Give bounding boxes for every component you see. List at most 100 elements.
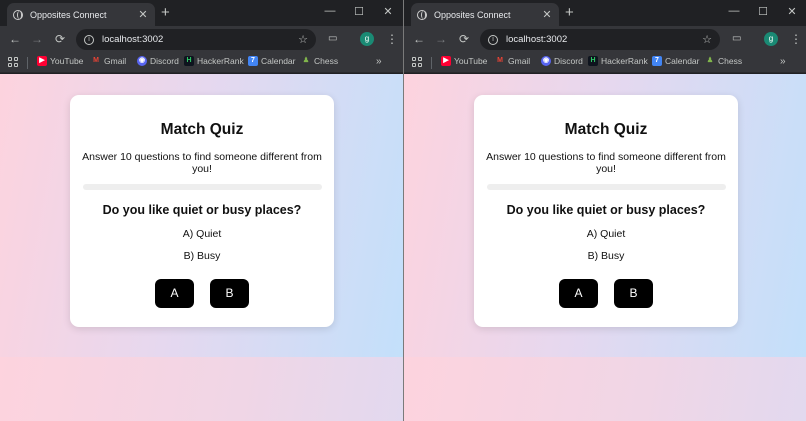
gmail-icon: M (497, 57, 503, 64)
bookmark-label: Calendar (261, 56, 296, 66)
new-tab-button[interactable]: + (161, 4, 170, 22)
globe-icon (417, 9, 427, 20)
page-viewport: Match Quiz Answer 10 questions to find s… (0, 74, 403, 421)
progress-bar (487, 184, 726, 190)
browser-window-right: Opposites Connect ✕ + — ☐ ✕ ← → ⟳ i loca… (404, 0, 806, 421)
bookmark-youtube[interactable]: ▶ YouTube (441, 56, 487, 66)
forward-button[interactable]: → (30, 32, 44, 47)
page-lower-background (0, 357, 403, 421)
gmail-icon: M (93, 57, 99, 64)
bookmark-gmail[interactable]: M Gmail (495, 56, 530, 66)
menu-kebab-icon[interactable]: ⋮ (790, 32, 802, 46)
bookmark-gmail[interactable]: M Gmail (91, 56, 126, 66)
hackerrank-icon: H (184, 56, 194, 66)
menu-kebab-icon[interactable]: ⋮ (386, 32, 398, 46)
answer-b-button[interactable]: B (210, 279, 249, 308)
browser-window-left: Opposites Connect ✕ + — ☐ ✕ ← → ⟳ i loca… (0, 0, 403, 421)
address-bar[interactable]: i localhost:3002 ☆ (76, 29, 316, 50)
bookmark-hackerrank[interactable]: H HackerRank (184, 56, 244, 66)
toolbar: ← → ⟳ i localhost:3002 ☆ ▭ g ⋮ (0, 26, 403, 53)
forward-button[interactable]: → (434, 32, 448, 47)
bookmark-chess[interactable]: ♟ Chess (705, 56, 742, 66)
apps-grid-icon[interactable] (8, 57, 19, 68)
site-info-icon[interactable]: i (84, 34, 94, 45)
quiz-title: Match Quiz (564, 121, 648, 138)
profile-avatar[interactable]: g (764, 32, 778, 46)
page-lower-background (404, 357, 806, 421)
quiz-title: Match Quiz (160, 121, 244, 138)
progress-bar (83, 184, 322, 190)
quiz-description: Answer 10 questions to find someone diff… (82, 151, 322, 175)
option-a-text: A) Quiet (586, 228, 626, 240)
tab-close-icon[interactable]: ✕ (541, 8, 553, 21)
maximize-button[interactable]: ☐ (352, 5, 366, 18)
maximize-button[interactable]: ☐ (756, 5, 770, 18)
option-b-text: B) Busy (183, 250, 221, 262)
bookmark-label: YouTube (50, 56, 84, 66)
site-info-icon[interactable]: i (488, 34, 498, 45)
minimize-button[interactable]: — (727, 5, 741, 17)
url-text[interactable]: localhost:3002 (506, 34, 702, 45)
tab-title: Opposites Connect (30, 9, 107, 20)
tab-title: Opposites Connect (434, 9, 511, 20)
quiz-description: Answer 10 questions to find someone diff… (486, 151, 726, 175)
tab-strip: Opposites Connect ✕ + — ☐ ✕ (0, 0, 403, 26)
youtube-icon: ▶ (441, 56, 451, 66)
bookmark-label: Discord (150, 56, 179, 66)
new-tab-button[interactable]: + (565, 4, 574, 22)
bookmark-label: Calendar (665, 56, 700, 66)
url-text[interactable]: localhost:3002 (102, 34, 298, 45)
tab-opposites-connect[interactable]: Opposites Connect ✕ (7, 3, 155, 26)
close-window-button[interactable]: ✕ (785, 5, 799, 18)
bookmarks-overflow-icon[interactable]: » (780, 56, 786, 67)
answer-b-button[interactable]: B (614, 279, 653, 308)
quiz-card: Match Quiz Answer 10 questions to find s… (70, 95, 334, 327)
chess-icon: ♟ (706, 57, 714, 64)
bookmark-star-icon[interactable]: ☆ (298, 33, 308, 46)
bookmark-discord[interactable]: ◉ Discord (541, 56, 583, 66)
bookmark-label: Discord (554, 56, 583, 66)
profile-avatar[interactable]: g (360, 32, 374, 46)
quiz-card: Match Quiz Answer 10 questions to find s… (474, 95, 738, 327)
toolbar: ← → ⟳ i localhost:3002 ☆ ▭ g ⋮ (404, 26, 806, 53)
apps-grid-icon[interactable] (412, 57, 423, 68)
address-bar[interactable]: i localhost:3002 ☆ (480, 29, 720, 50)
bookmark-youtube[interactable]: ▶ YouTube (37, 56, 83, 66)
tab-close-icon[interactable]: ✕ (137, 8, 149, 21)
calendar-icon: 7 (248, 56, 258, 66)
minimize-button[interactable]: — (323, 5, 337, 17)
page-viewport: Match Quiz Answer 10 questions to find s… (404, 74, 806, 421)
bookmark-star-icon[interactable]: ☆ (702, 33, 712, 46)
bookmark-discord[interactable]: ◉ Discord (137, 56, 179, 66)
hackerrank-icon: H (588, 56, 598, 66)
chess-icon: ♟ (302, 57, 310, 64)
bookmark-calendar[interactable]: 7 Calendar (248, 56, 296, 66)
bookmarks-bar: ▶ YouTube M Gmail ◉ Discord H HackerRank… (0, 53, 403, 73)
bookmark-calendar[interactable]: 7 Calendar (652, 56, 700, 66)
answer-a-button[interactable]: A (559, 279, 598, 308)
back-button[interactable]: ← (412, 32, 426, 47)
cast-icon[interactable]: ▭ (732, 33, 741, 44)
reload-button[interactable]: ⟳ (53, 32, 67, 47)
bookmarks-separator (27, 57, 28, 69)
bookmark-label: Chess (718, 56, 743, 66)
back-button[interactable]: ← (8, 32, 22, 47)
bookmark-hackerrank[interactable]: H HackerRank (588, 56, 648, 66)
bookmark-label: Gmail (104, 56, 127, 66)
bookmark-label: Chess (314, 56, 339, 66)
calendar-icon: 7 (652, 56, 662, 66)
bookmarks-separator (431, 57, 432, 69)
reload-button[interactable]: ⟳ (457, 32, 471, 47)
option-a-text: A) Quiet (182, 228, 222, 240)
bookmark-label: YouTube (454, 56, 488, 66)
tab-opposites-connect[interactable]: Opposites Connect ✕ (411, 3, 559, 26)
bookmark-chess[interactable]: ♟ Chess (301, 56, 338, 66)
bookmark-label: HackerRank (601, 56, 648, 66)
answer-a-button[interactable]: A (155, 279, 194, 308)
bookmarks-overflow-icon[interactable]: » (376, 56, 382, 67)
globe-icon (13, 9, 23, 20)
cast-icon[interactable]: ▭ (328, 33, 337, 44)
discord-icon: ◉ (137, 56, 147, 66)
option-b-text: B) Busy (587, 250, 625, 262)
close-window-button[interactable]: ✕ (381, 5, 395, 18)
